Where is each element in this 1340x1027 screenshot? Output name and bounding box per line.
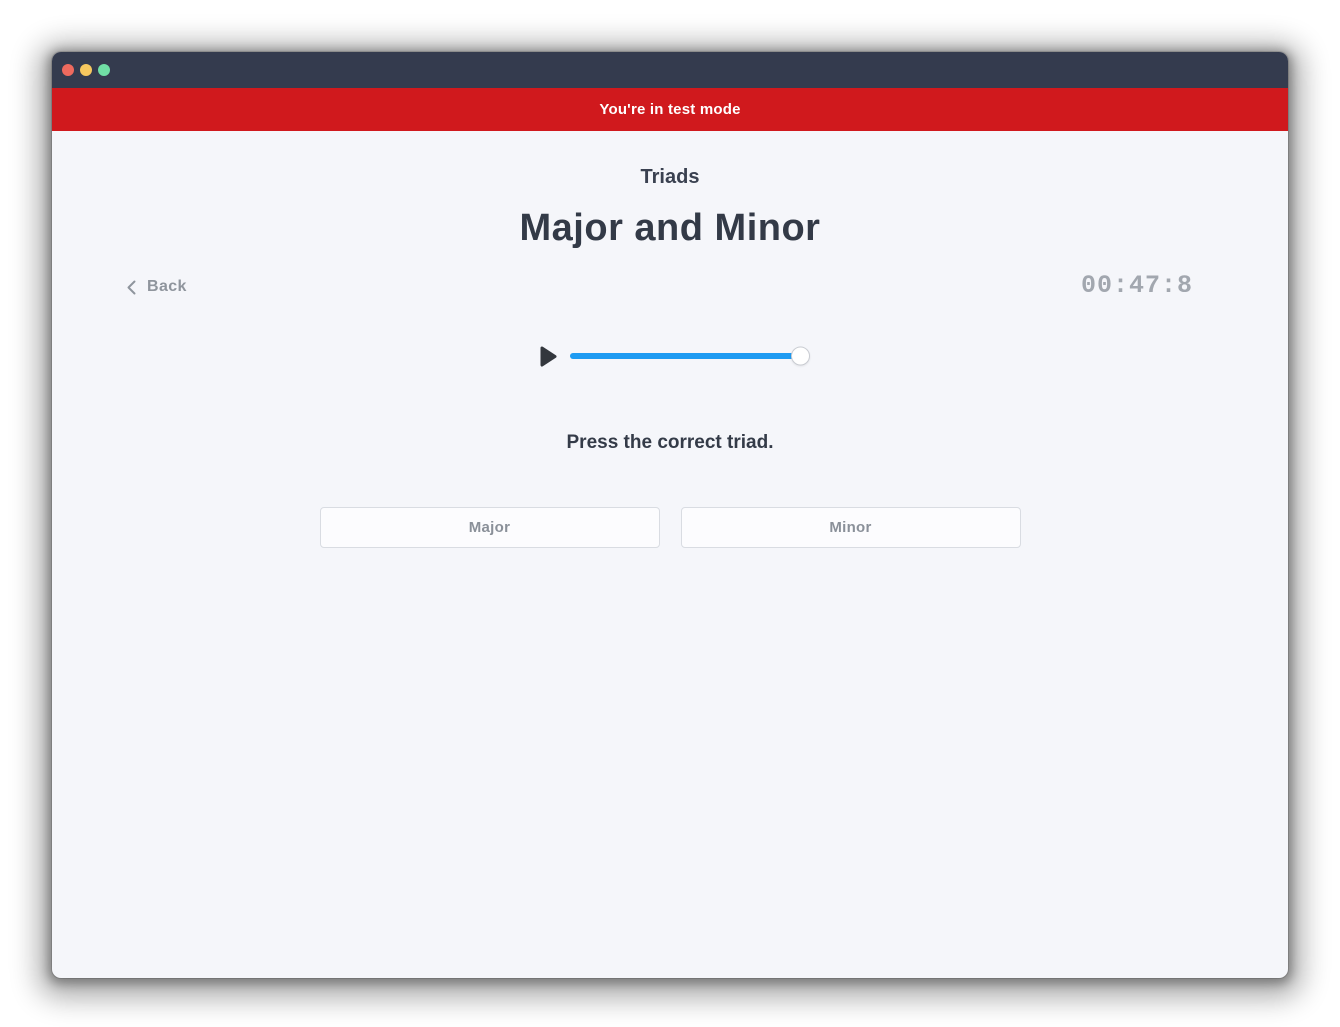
window-titlebar[interactable] [52, 52, 1288, 88]
lesson-category: Triads [52, 164, 1288, 190]
play-button[interactable] [540, 346, 557, 367]
play-icon [540, 346, 557, 367]
slider-thumb[interactable] [791, 347, 810, 366]
back-button[interactable]: Back [127, 274, 187, 300]
instruction-text: Press the correct triad. [52, 430, 1288, 456]
answer-button-minor[interactable]: Minor [681, 507, 1021, 548]
traffic-light-minimize-button[interactable] [80, 64, 92, 76]
timer-display: 00:47:8 [1081, 271, 1193, 300]
app-window: You're in test mode Triads Major and Min… [52, 52, 1288, 978]
nav-row: Back 00:47:8 [52, 274, 1288, 300]
test-mode-banner: You're in test mode [52, 88, 1288, 131]
answer-buttons-row: Major Minor [52, 507, 1288, 548]
lesson-content: Triads Major and Minor Back 00:47:8 [52, 164, 1288, 548]
audio-player [52, 344, 1288, 368]
lesson-title: Major and Minor [52, 206, 1288, 250]
progress-slider[interactable] [570, 353, 800, 359]
player-progress-fill [570, 353, 800, 359]
test-mode-banner-text: You're in test mode [599, 101, 740, 118]
back-label: Back [147, 274, 187, 300]
traffic-light-close-button[interactable] [62, 64, 74, 76]
traffic-light-expand-button[interactable] [98, 64, 110, 76]
answer-button-major[interactable]: Major [320, 507, 660, 548]
chevron-left-icon [127, 280, 136, 295]
